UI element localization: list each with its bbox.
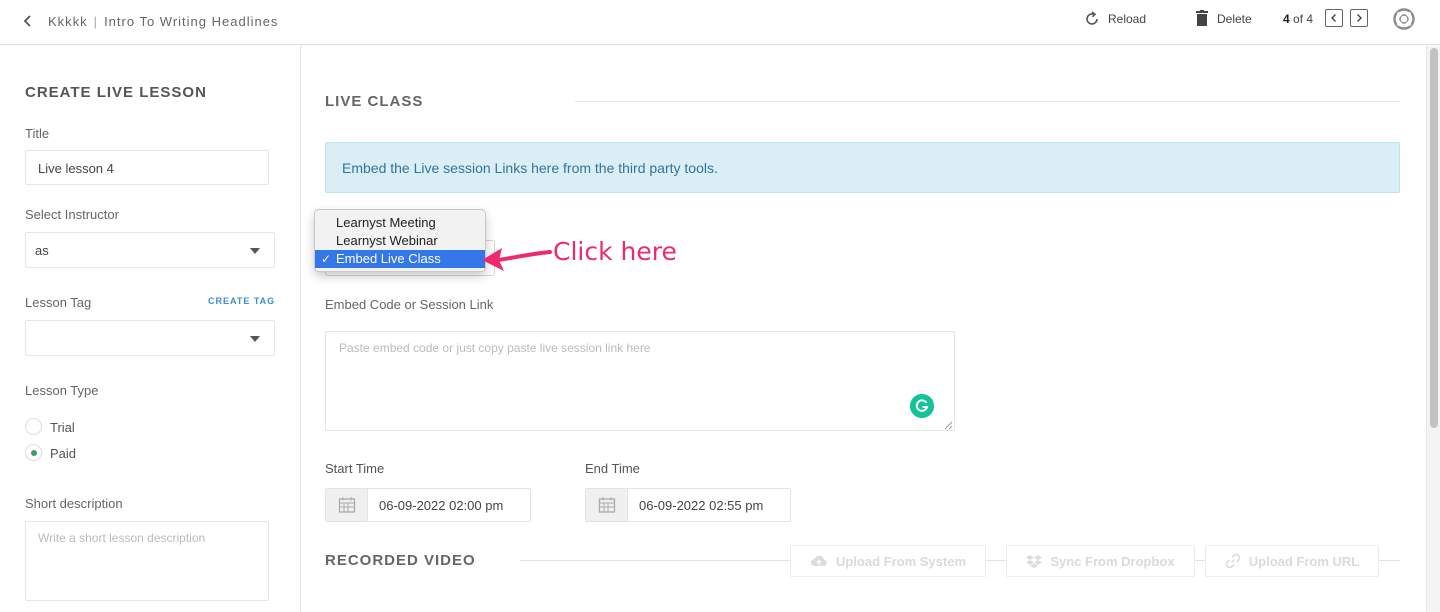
end-time-label: End Time (585, 461, 640, 476)
next-lesson-button[interactable] (1350, 9, 1368, 27)
upload-from-url-button[interactable]: Upload From URL (1205, 545, 1379, 577)
option-embed-live-class[interactable]: ✓ Embed Live Class (315, 250, 485, 268)
radio-trial[interactable] (25, 418, 42, 435)
checkmark-icon: ✓ (321, 252, 332, 266)
title-input[interactable]: Live lesson 4 (25, 150, 269, 185)
live-class-heading: LIVE CLASS (325, 93, 424, 110)
option-learnyst-webinar[interactable]: Learnyst Webinar (315, 232, 485, 250)
short-description-label: Short description (25, 496, 123, 511)
reload-button[interactable]: Reload (1084, 11, 1146, 27)
instructor-select[interactable]: as (25, 232, 275, 268)
link-icon (1225, 553, 1240, 569)
chevron-left-icon (1331, 14, 1336, 22)
lesson-type-label: Lesson Type (25, 383, 99, 398)
sync-from-dropbox-label: Sync From Dropbox (1050, 553, 1175, 569)
caret-down-icon (250, 248, 260, 254)
caret-down-icon (250, 336, 260, 342)
option-learnyst-meeting[interactable]: Learnyst Meeting (315, 214, 485, 232)
live-class-type-dropdown[interactable]: Learnyst Meeting Learnyst Webinar ✓ Embe… (314, 209, 486, 272)
calendar-icon[interactable] (586, 489, 628, 521)
start-time-input[interactable]: 06-09-2022 02:00 pm (325, 488, 531, 522)
short-description-textarea[interactable]: Write a short lesson description (25, 521, 269, 601)
sync-from-dropbox-button[interactable]: Sync From Dropbox (1006, 545, 1195, 577)
info-alert: Embed the Live session Links here from t… (325, 142, 1400, 193)
breadcrumb-course[interactable]: Kkkkk (48, 14, 88, 29)
calendar-icon[interactable] (326, 489, 368, 521)
radio-paid[interactable] (25, 444, 42, 461)
cloud-upload-icon (810, 555, 827, 566)
lesson-tag-label: Lesson Tag (25, 295, 92, 310)
lesson-sidebar: CREATE LIVE LESSON Title Live lesson 4 S… (0, 46, 301, 612)
resize-handle-icon[interactable] (943, 420, 953, 430)
page-scrollbar[interactable] (1426, 46, 1440, 612)
pager-text: 4 of 4 (1283, 12, 1313, 26)
help-lifebuoy-icon[interactable] (1393, 8, 1415, 30)
annotation-arrow-icon (482, 248, 552, 271)
chevron-right-icon (1357, 14, 1362, 22)
upload-from-url-label: Upload From URL (1248, 553, 1360, 569)
breadcrumb-lesson: Intro To Writing Headlines (104, 14, 279, 29)
end-time-input[interactable]: 06-09-2022 02:55 pm (585, 488, 791, 522)
annotation-click-here: Click here (553, 237, 677, 266)
recorded-video-heading: RECORDED VIDEO (325, 552, 476, 569)
delete-label: Delete (1217, 11, 1252, 26)
title-label: Title (25, 126, 50, 141)
reload-label: Reload (1108, 12, 1147, 26)
sidebar-heading: CREATE LIVE LESSON (25, 84, 207, 101)
instructor-value: as (35, 243, 49, 258)
breadcrumb-separator: | (93, 14, 99, 29)
lesson-tag-select[interactable] (25, 320, 275, 356)
radio-paid-label[interactable]: Paid (50, 446, 76, 461)
start-time-value: 06-09-2022 02:00 pm (379, 498, 504, 513)
dropbox-icon (1026, 555, 1043, 568)
previous-lesson-button[interactable] (1325, 9, 1343, 27)
start-time-label: Start Time (325, 461, 385, 476)
embed-code-textarea[interactable]: Paste embed code or just copy paste live… (325, 331, 955, 431)
grammarly-icon[interactable] (910, 394, 934, 418)
create-tag-link[interactable]: CREATE TAG (208, 296, 275, 306)
radio-selected-dot (31, 450, 37, 456)
section-divider (575, 101, 1400, 102)
upload-from-system-button[interactable]: Upload From System (790, 545, 986, 577)
scrollbar-thumb[interactable] (1430, 48, 1438, 428)
pager-total: of 4 (1293, 12, 1314, 26)
option-embed-live-class-label: Embed Live Class (336, 251, 441, 266)
back-chevron-icon[interactable] (20, 13, 36, 29)
radio-trial-label[interactable]: Trial (50, 420, 75, 435)
reload-icon (1086, 11, 1098, 25)
delete-button[interactable]: Delete (1195, 10, 1252, 27)
pager-current: 4 (1283, 12, 1290, 26)
upload-from-system-label: Upload From System (835, 553, 967, 569)
breadcrumb: Kkkkk | Intro To Writing Headlines (48, 14, 278, 29)
end-time-value: 06-09-2022 02:55 pm (639, 498, 764, 513)
top-bar: Kkkkk | Intro To Writing Headlines Reload … (0, 0, 1440, 45)
trash-icon (1196, 10, 1208, 26)
instructor-label: Select Instructor (25, 207, 119, 222)
embed-code-label: Embed Code or Session Link (325, 297, 494, 312)
